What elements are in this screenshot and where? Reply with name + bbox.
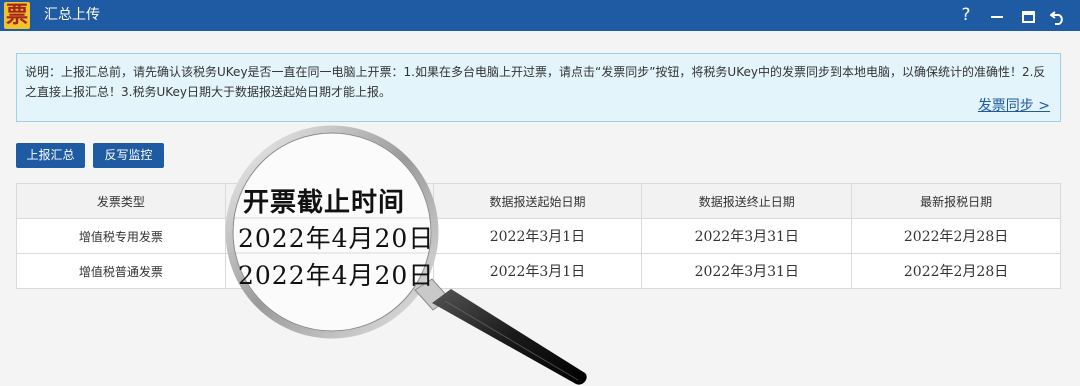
header-end-date: 数据报送终止日期	[641, 183, 853, 219]
upload-summary-table: 发票类型 数据报送起始日期 数据报送终止日期 最新报税日期 增值税专用发票 20…	[16, 183, 1061, 289]
start-date-cell: 2022年3月1日	[432, 218, 643, 254]
window-title: 汇总上传	[44, 7, 100, 23]
return-icon	[1049, 10, 1063, 25]
header-invoice-type: 发票类型	[16, 183, 226, 219]
table-header-row: 发票类型 数据报送起始日期 数据报送终止日期 最新报税日期	[16, 183, 1061, 219]
invoice-type-cell: 增值税普通发票	[16, 253, 226, 289]
notice-panel: 说明：上报汇总前，请先确认该税务UKey是否一直在同一电脑上开票：1.如果在多台…	[16, 53, 1061, 122]
latest-date-cell: 2022年2月28日	[851, 218, 1061, 254]
invoice-sync-link[interactable]: 发票同步 >	[978, 95, 1050, 115]
end-date-cell: 2022年3月31日	[641, 218, 853, 254]
end-date-cell: 2022年3月31日	[641, 253, 853, 289]
back-button[interactable]	[1046, 0, 1070, 31]
title-bar: 票 汇总上传 ?	[0, 0, 1080, 31]
deadline-cell	[224, 253, 434, 289]
deadline-cell	[224, 218, 434, 254]
maximize-icon	[1021, 10, 1035, 23]
table-row[interactable]: 增值税专用发票 2022年3月1日 2022年3月31日 2022年2月28日	[16, 218, 1061, 254]
writeback-monitor-button[interactable]: 反写监控	[93, 143, 164, 168]
maximize-button[interactable]	[1016, 0, 1040, 31]
invoice-type-cell: 增值税专用发票	[16, 218, 226, 254]
help-button[interactable]: ?	[954, 0, 978, 31]
notice-text: 说明：上报汇总前，请先确认该税务UKey是否一直在同一电脑上开票：1.如果在多台…	[25, 65, 1046, 99]
report-summary-button[interactable]: 上报汇总	[16, 143, 85, 168]
latest-date-cell: 2022年2月28日	[851, 253, 1061, 289]
header-start-date: 数据报送起始日期	[432, 183, 643, 219]
table-row[interactable]: 增值税普通发票 2022年3月1日 2022年3月31日 2022年2月28日	[16, 253, 1061, 289]
header-latest-date: 最新报税日期	[851, 183, 1061, 219]
minimize-icon	[991, 15, 1003, 18]
invoice-logo-icon: 票	[4, 2, 30, 29]
minimize-button[interactable]	[985, 0, 1009, 31]
header-deadline	[224, 183, 434, 219]
start-date-cell: 2022年3月1日	[432, 253, 643, 289]
